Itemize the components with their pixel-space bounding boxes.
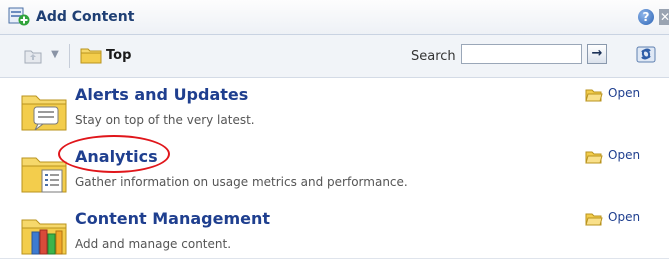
divider [0, 258, 669, 259]
alerts-folder-icon [21, 95, 67, 131]
close-icon[interactable]: ✕ [659, 9, 669, 25]
item-description: Add and manage content. [75, 237, 232, 251]
item-name[interactable]: Alerts and Updates [75, 85, 248, 104]
add-content-icon [8, 7, 30, 26]
panel-title: Add Content [36, 9, 135, 25]
toolbar: ▼ Top Search → [0, 35, 669, 78]
open-folder-icon[interactable] [585, 150, 603, 164]
breadcrumb-top[interactable]: Top [106, 48, 131, 63]
open-folder-icon[interactable] [585, 212, 603, 226]
content-folder-icon [21, 219, 67, 255]
open-link[interactable]: Open [608, 210, 640, 224]
add-content-panel: Add Content ? ✕ ▼ Top Search → Alerts an… [0, 0, 669, 265]
panel-header: Add Content ? ✕ [0, 0, 669, 35]
help-icon[interactable]: ? [638, 9, 654, 25]
toolbar-divider [69, 44, 70, 68]
item-description: Stay on top of the very latest. [75, 113, 255, 127]
list-item: Alerts and Updates Stay on top of the ve… [0, 80, 669, 140]
item-name[interactable]: Content Management [75, 209, 270, 228]
open-link[interactable]: Open [608, 148, 640, 162]
dropdown-icon[interactable]: ▼ [48, 46, 62, 64]
search-label: Search [411, 49, 456, 64]
list-item: Content Management Add and manage conten… [0, 204, 669, 264]
open-link[interactable]: Open [608, 86, 640, 100]
go-arrow-icon[interactable]: → [587, 44, 607, 64]
refresh-icon[interactable] [635, 43, 657, 65]
open-folder-icon[interactable] [585, 88, 603, 102]
folder-icon [80, 48, 102, 64]
search-input[interactable] [461, 44, 582, 64]
item-description: Gather information on usage metrics and … [75, 175, 408, 189]
highlight-circle [58, 135, 170, 173]
up-folder-icon[interactable] [24, 47, 42, 64]
